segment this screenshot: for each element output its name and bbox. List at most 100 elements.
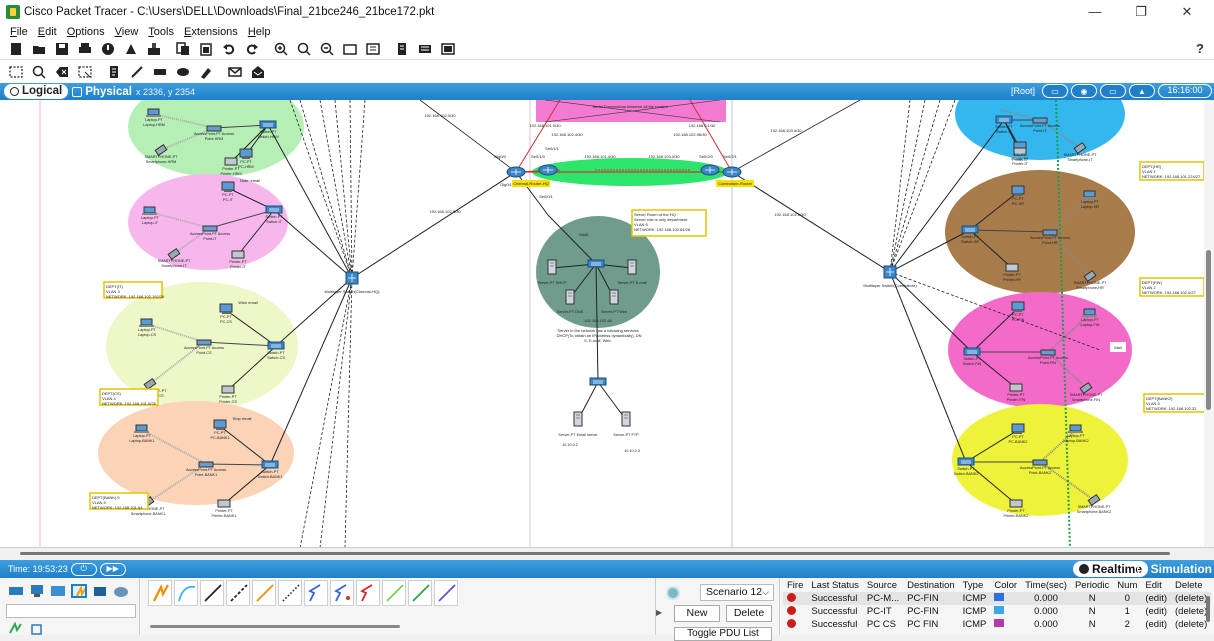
server-0[interactable] bbox=[547, 259, 557, 275]
multilayer-switch-coimbatore[interactable] bbox=[883, 265, 897, 279]
left-dept-switch-2[interactable] bbox=[267, 341, 285, 350]
select-icon[interactable] bbox=[8, 64, 24, 80]
zoom-out-icon[interactable] bbox=[319, 41, 335, 57]
right-dept-ap-0[interactable] bbox=[1032, 117, 1048, 124]
pdu-col-fire[interactable]: Fire bbox=[783, 578, 807, 592]
right-dept-printer-3[interactable] bbox=[1009, 499, 1023, 508]
pdu-cell-fire[interactable] bbox=[783, 592, 807, 605]
menu-edit[interactable]: Edit bbox=[38, 26, 57, 38]
logical-workspace[interactable]: Serial Connections between all the route… bbox=[0, 100, 1214, 548]
add-complex-pdu-icon[interactable] bbox=[250, 64, 266, 80]
right-dept-laptop-1[interactable] bbox=[1082, 190, 1097, 199]
pdu-row[interactable]: Successful PC CS PC FIN ICMP 0.000 N 2 (edit) (d… bbox=[783, 618, 1211, 631]
draw-rectangle-icon[interactable] bbox=[152, 64, 168, 80]
new-scenario-button[interactable]: New bbox=[674, 605, 720, 622]
custom-device-icon[interactable] bbox=[146, 41, 162, 57]
add-simple-pdu-icon[interactable] bbox=[227, 64, 243, 80]
router-chennai-hq[interactable] bbox=[506, 166, 526, 178]
place-note-icon[interactable] bbox=[106, 64, 122, 80]
help-icon[interactable]: ? bbox=[1196, 41, 1204, 56]
network-topology-canvas[interactable]: Serial Connections between all the route… bbox=[0, 100, 1204, 548]
draw-line-icon[interactable] bbox=[129, 64, 145, 80]
pdu-cell-edit-link[interactable]: (edit) bbox=[1141, 618, 1171, 631]
left-dept-printer-0[interactable] bbox=[224, 157, 238, 166]
horizontal-scroll-thumb[interactable] bbox=[20, 552, 1170, 555]
device-search-box[interactable] bbox=[6, 604, 136, 618]
pdu-col-source[interactable]: Source bbox=[863, 578, 903, 592]
pdu-col-destination[interactable]: Destination bbox=[903, 578, 959, 592]
pdu-cell-edit-link[interactable]: (edit) bbox=[1141, 605, 1171, 618]
new-cluster-icon[interactable]: ▭ bbox=[1042, 84, 1068, 98]
environment-clock[interactable]: 16:16:00 bbox=[1158, 84, 1212, 98]
pdu-col-periodic[interactable]: Periodic bbox=[1071, 578, 1113, 592]
pdu-col-type[interactable]: Type bbox=[959, 578, 991, 592]
copy-icon[interactable] bbox=[175, 41, 191, 57]
console-connection-icon[interactable] bbox=[174, 580, 198, 606]
serial-dce-connection-icon[interactable] bbox=[330, 580, 354, 606]
tab-physical[interactable]: Physical bbox=[72, 86, 132, 98]
fiber-connection-icon[interactable] bbox=[252, 580, 276, 606]
scenario-select[interactable]: Scenario 12 ⌵ bbox=[700, 584, 774, 601]
view-icon[interactable] bbox=[440, 41, 456, 57]
undo-icon[interactable] bbox=[221, 41, 237, 57]
redo-icon[interactable] bbox=[244, 41, 260, 57]
root-breadcrumb[interactable]: [Root] bbox=[1011, 86, 1035, 96]
inspect-icon[interactable] bbox=[31, 64, 47, 80]
pdu-icon[interactable] bbox=[394, 41, 410, 57]
minimize-button[interactable]: — bbox=[1072, 0, 1118, 24]
vertical-scroll-thumb[interactable] bbox=[1206, 250, 1211, 410]
copper-cross-connection-icon[interactable] bbox=[226, 580, 250, 606]
power-cycle-icon[interactable]: ⏻ bbox=[70, 562, 97, 576]
left-dept-switch-3[interactable] bbox=[261, 460, 279, 469]
horizontal-scrollbar[interactable] bbox=[0, 548, 1214, 560]
coaxial-connection-icon[interactable] bbox=[304, 580, 328, 606]
zoom-in-icon[interactable] bbox=[273, 41, 289, 57]
left-dept-ap-1[interactable] bbox=[202, 225, 218, 232]
network-info-icon[interactable] bbox=[123, 41, 139, 57]
router-middle-right[interactable] bbox=[700, 164, 720, 176]
server-3[interactable] bbox=[609, 289, 619, 305]
right-dept-switch-2[interactable] bbox=[963, 347, 981, 356]
right-dept-printer-1[interactable] bbox=[1005, 263, 1019, 272]
simulation-mode-button[interactable]: Simulation bbox=[1136, 561, 1212, 577]
iot-connection-icon[interactable] bbox=[408, 580, 432, 606]
left-dept-printer-2[interactable] bbox=[221, 385, 235, 394]
fire-icon[interactable] bbox=[787, 606, 796, 615]
right-dept-ap-3[interactable] bbox=[1032, 459, 1048, 466]
menu-file[interactable]: File bbox=[10, 26, 28, 38]
components-icon[interactable] bbox=[50, 584, 66, 598]
delete-icon[interactable] bbox=[54, 64, 70, 80]
left-dept-ap-0[interactable] bbox=[206, 125, 222, 132]
server-switch-2[interactable] bbox=[589, 377, 607, 386]
left-dept-laptop-0[interactable] bbox=[146, 108, 161, 117]
left-dept-printer-3[interactable] bbox=[217, 499, 231, 508]
menu-view[interactable]: View bbox=[115, 26, 139, 38]
right-dept-pc-1[interactable] bbox=[1011, 185, 1025, 196]
ipc-icon[interactable] bbox=[417, 41, 433, 57]
new-file-icon[interactable] bbox=[8, 41, 24, 57]
restore-button[interactable]: ❐ bbox=[1118, 0, 1164, 24]
right-dept-switch-3[interactable] bbox=[957, 457, 975, 466]
ftp-server[interactable] bbox=[621, 411, 631, 427]
router-middle-left[interactable] bbox=[538, 164, 558, 176]
menu-tools[interactable]: Tools bbox=[148, 26, 174, 38]
pdu-col-color[interactable]: Color bbox=[990, 578, 1021, 592]
delete-scenario-button[interactable]: Delete bbox=[726, 605, 772, 622]
left-dept-ap-2[interactable] bbox=[196, 339, 212, 346]
set-tiled-background-icon[interactable]: ▭ bbox=[1100, 84, 1126, 98]
network-devices-icon[interactable] bbox=[8, 584, 24, 598]
email-server[interactable] bbox=[573, 411, 583, 427]
multilayer-switch-chennai[interactable] bbox=[345, 271, 359, 285]
pdu-row[interactable]: Successful PC-IT PC-FIN ICMP 0.000 N 1 (edit) (d… bbox=[783, 605, 1211, 618]
multiuser-icon[interactable] bbox=[113, 584, 129, 598]
right-dept-switch-1[interactable] bbox=[961, 225, 979, 234]
automatic-connection-icon[interactable] bbox=[148, 580, 172, 606]
left-dept-pc-3[interactable] bbox=[213, 419, 227, 430]
fast-forward-icon[interactable]: ▶▶ bbox=[99, 562, 126, 576]
connections-icon[interactable] bbox=[71, 584, 87, 598]
right-dept-printer-2[interactable] bbox=[1009, 383, 1023, 392]
pdu-col-edit[interactable]: Edit bbox=[1141, 578, 1171, 592]
zoom-reset-icon[interactable] bbox=[296, 41, 312, 57]
menu-options[interactable]: Options bbox=[67, 26, 105, 38]
right-dept-laptop-3[interactable] bbox=[1068, 424, 1083, 433]
